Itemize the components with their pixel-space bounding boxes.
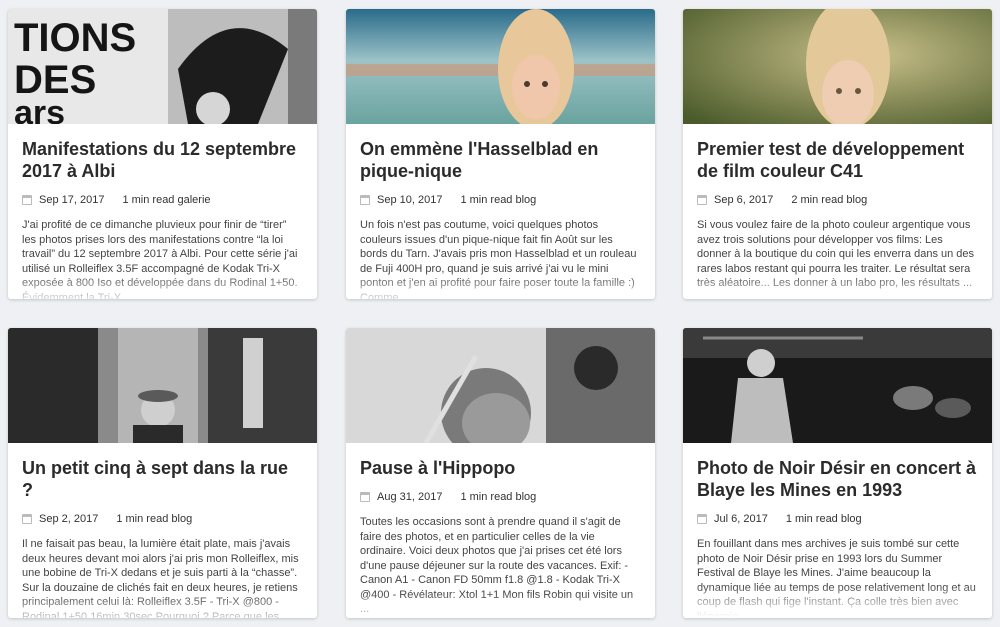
- svg-text:ars: ars: [14, 94, 65, 124]
- post-meta: Sep 10, 2017 1 min read blog: [360, 194, 641, 206]
- post-title[interactable]: Pause à l'Hippopo: [360, 457, 641, 479]
- post-title[interactable]: Premier test de développement de film co…: [697, 138, 978, 182]
- excerpt-fade: [697, 585, 978, 617]
- concert-photo-icon: [683, 328, 992, 443]
- post-readtime: 1 min read: [460, 194, 513, 206]
- post-category[interactable]: galerie: [178, 194, 211, 206]
- post-readtime: 1 min read: [116, 513, 169, 525]
- calendar-icon: [697, 514, 707, 524]
- post-card[interactable]: Pause à l'Hippopo Aug 31, 2017 1 min rea…: [346, 328, 655, 618]
- post-meta: Sep 6, 2017 2 min read blog: [697, 194, 978, 206]
- street-photo-icon: [8, 328, 317, 443]
- post-grid: TIONS DES ars Manifestations du 12 septe…: [0, 0, 1000, 627]
- post-title[interactable]: Photo de Noir Désir en concert à Blaye l…: [697, 457, 978, 501]
- post-date: Sep 17, 2017: [39, 194, 105, 206]
- post-thumbnail[interactable]: [683, 9, 992, 124]
- post-category[interactable]: blog: [516, 491, 537, 503]
- post-excerpt: Un fois n'est pas coutume, voici quelque…: [360, 218, 641, 299]
- post-meta: Sep 17, 2017 1 min read galerie: [22, 194, 303, 206]
- post-title[interactable]: Un petit cinq à sept dans la rue ?: [22, 457, 303, 501]
- boy-straw-photo-icon: [346, 328, 655, 443]
- post-title[interactable]: On emmène l'Hasselblad en pique-nique: [360, 138, 641, 182]
- post-readtime: 2 min read: [791, 194, 844, 206]
- post-meta: Aug 31, 2017 1 min read blog: [360, 491, 641, 503]
- post-excerpt: J'ai profité de ce dimanche pluvieux pou…: [22, 218, 303, 299]
- calendar-icon: [360, 195, 370, 205]
- post-readtime: 1 min read: [785, 513, 838, 525]
- calendar-icon: [22, 514, 32, 524]
- protest-photo-icon: TIONS DES ars: [8, 9, 317, 124]
- post-excerpt: Il ne faisait pas beau, la lumière était…: [22, 537, 303, 618]
- post-meta: Sep 2, 2017 1 min read blog: [22, 513, 303, 525]
- post-meta: Jul 6, 2017 1 min read blog: [697, 513, 978, 525]
- post-excerpt: Si vous voulez faire de la photo couleur…: [697, 218, 978, 299]
- post-category[interactable]: blog: [846, 194, 867, 206]
- excerpt-fade: [22, 273, 303, 299]
- post-card[interactable]: TIONS DES ars Manifestations du 12 septe…: [8, 9, 317, 299]
- post-card[interactable]: Premier test de développement de film co…: [683, 9, 992, 299]
- post-category[interactable]: blog: [171, 513, 192, 525]
- girl-sunlight-photo-icon: [683, 9, 992, 124]
- post-thumbnail[interactable]: [346, 9, 655, 124]
- post-thumbnail[interactable]: TIONS DES ars: [8, 9, 317, 124]
- post-date: Jul 6, 2017: [714, 513, 768, 525]
- post-title[interactable]: Manifestations du 12 septembre 2017 à Al…: [22, 138, 303, 182]
- post-excerpt: Toutes les occasions sont à prendre quan…: [360, 515, 641, 618]
- post-category[interactable]: blog: [516, 194, 537, 206]
- calendar-icon: [22, 195, 32, 205]
- excerpt-fade: [360, 273, 641, 299]
- post-date: Sep 10, 2017: [377, 194, 443, 206]
- post-readtime: 1 min read: [122, 194, 175, 206]
- post-date: Sep 2, 2017: [39, 513, 99, 525]
- post-card[interactable]: On emmène l'Hasselblad en pique-nique Se…: [346, 9, 655, 299]
- post-thumbnail[interactable]: [8, 328, 317, 443]
- girl-lake-photo-icon: [346, 9, 655, 124]
- excerpt-fade: [22, 594, 303, 618]
- post-excerpt: En fouillant dans mes archives je suis t…: [697, 537, 978, 617]
- svg-text:TIONS: TIONS: [14, 16, 136, 60]
- excerpt-fade: [360, 593, 641, 618]
- post-thumbnail[interactable]: [346, 328, 655, 443]
- post-category[interactable]: blog: [841, 513, 862, 525]
- post-date: Aug 31, 2017: [377, 491, 443, 503]
- post-readtime: 1 min read: [460, 491, 513, 503]
- calendar-icon: [360, 492, 370, 502]
- post-thumbnail[interactable]: [683, 328, 992, 443]
- excerpt-fade: [697, 273, 978, 299]
- post-card[interactable]: Photo de Noir Désir en concert à Blaye l…: [683, 328, 992, 618]
- post-card[interactable]: Un petit cinq à sept dans la rue ? Sep 2…: [8, 328, 317, 618]
- post-date: Sep 6, 2017: [714, 194, 774, 206]
- calendar-icon: [697, 195, 707, 205]
